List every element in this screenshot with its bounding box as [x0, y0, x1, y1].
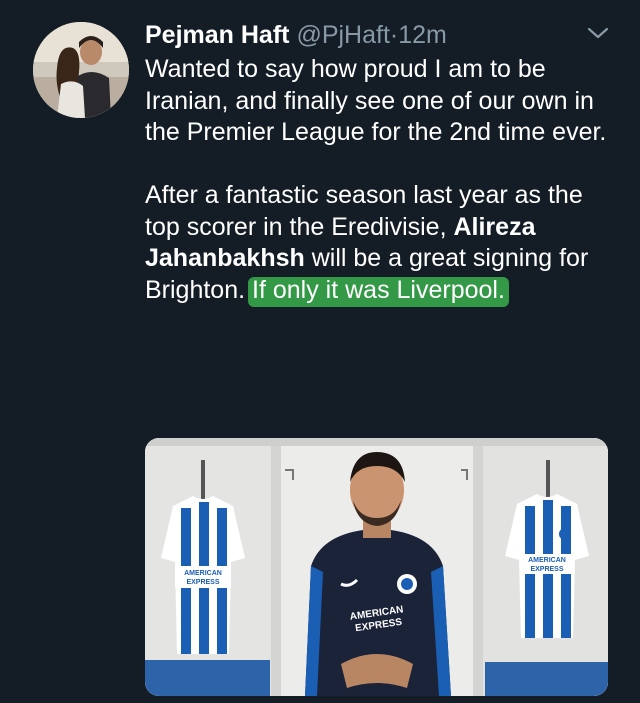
author-avatar[interactable] — [33, 22, 129, 118]
tweet-header: Pejman Haft @PjHaft·12m — [145, 18, 447, 52]
tweet-timestamp[interactable]: 12m — [398, 21, 447, 49]
svg-text:EXPRESS: EXPRESS — [186, 579, 219, 586]
tweet-paragraph: After a fantastic season last year as th… — [145, 180, 615, 306]
svg-text:AMERICAN: AMERICAN — [528, 557, 566, 564]
author-name[interactable]: Pejman Haft — [145, 21, 289, 49]
shirt-sponsor-text: AMERICAN — [184, 570, 222, 577]
chevron-down-icon[interactable] — [587, 26, 609, 40]
author-handle[interactable]: @PjHaft — [296, 21, 389, 49]
avatar-photo — [33, 22, 129, 118]
separator-dot: · — [389, 21, 399, 49]
highlighted-text: If only it was Liverpool. — [252, 275, 505, 304]
tweet-text: Wanted to say how proud I am to be Irani… — [145, 54, 615, 306]
tweet-paragraph: Wanted to say how proud I am to be Irani… — [145, 55, 607, 146]
tweet-media-image[interactable]: AMERICAN EXPRESS AMERICAN EXPRESS AMERIC… — [145, 438, 608, 696]
svg-text:EXPRESS: EXPRESS — [530, 566, 563, 573]
locker-room-photo: AMERICAN EXPRESS AMERICAN EXPRESS AMERIC… — [145, 438, 608, 696]
